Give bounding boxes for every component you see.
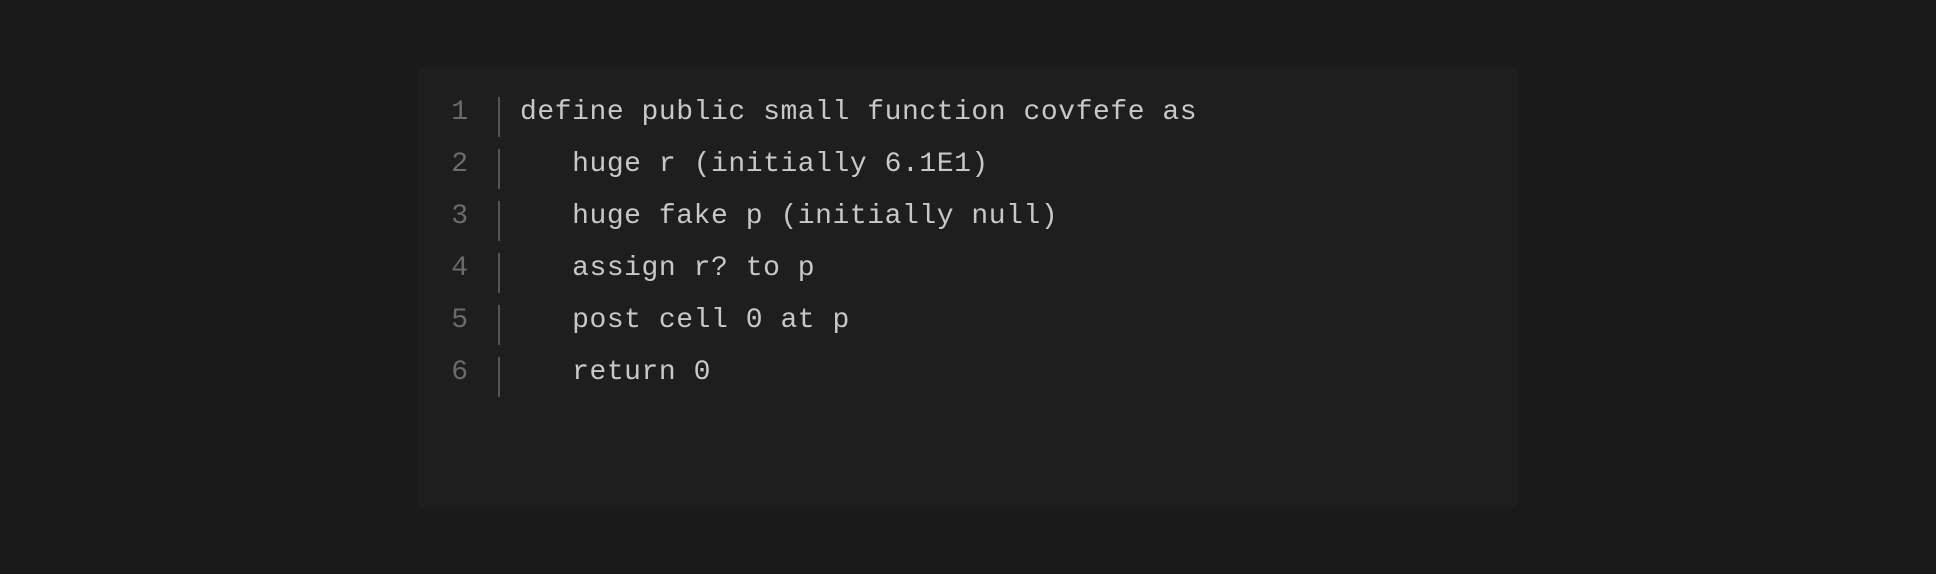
code-line-1: 1 define public small function covfefe a… bbox=[418, 91, 1518, 143]
code-line-5: 5 post cell 0 at p bbox=[418, 299, 1518, 351]
code-line-2: 2 huge r (initially 6.1E1) bbox=[418, 143, 1518, 195]
line-number-3: 3 bbox=[418, 201, 498, 232]
code-editor: 1 define public small function covfefe a… bbox=[418, 67, 1518, 507]
line-content-5: post cell 0 at p bbox=[500, 305, 850, 336]
line-number-6: 6 bbox=[418, 357, 498, 388]
line-number-5: 5 bbox=[418, 305, 498, 336]
code-line-3: 3 huge fake p (initially null) bbox=[418, 195, 1518, 247]
line-content-6: return 0 bbox=[500, 357, 711, 388]
line-content-1: define public small function covfefe as bbox=[500, 97, 1197, 128]
line-content-4: assign r? to p bbox=[500, 253, 815, 284]
code-line-6: 6 return 0 bbox=[418, 351, 1518, 403]
line-number-4: 4 bbox=[418, 253, 498, 284]
code-line-4: 4 assign r? to p bbox=[418, 247, 1518, 299]
line-number-1: 1 bbox=[418, 97, 498, 128]
line-content-3: huge fake p (initially null) bbox=[500, 201, 1058, 232]
line-number-2: 2 bbox=[418, 149, 498, 180]
line-content-2: huge r (initially 6.1E1) bbox=[500, 149, 989, 180]
